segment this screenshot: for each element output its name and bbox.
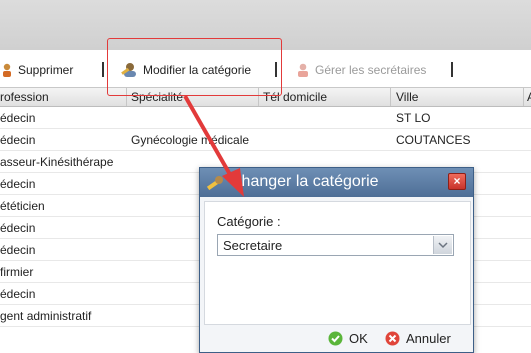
- cell-profession: édecin: [0, 111, 36, 125]
- category-select[interactable]: Secretaire: [217, 234, 454, 256]
- table-row[interactable]: édecin ST LO: [0, 107, 531, 129]
- manage-secretaries-button[interactable]: Gérer les secrétaires: [297, 61, 426, 79]
- dialog-title: Changer la catégorie: [230, 173, 379, 190]
- delete-label: Supprimer: [18, 63, 74, 77]
- cell-profession: gent administratif: [0, 309, 92, 323]
- category-value: Secretaire: [223, 238, 283, 253]
- toolbar-separator: [451, 62, 453, 77]
- secretary-icon: [298, 63, 308, 77]
- ok-label: OK: [349, 330, 368, 346]
- cell-ville: COUTANCES: [396, 133, 471, 147]
- highlight-box: [107, 38, 282, 96]
- dialog-footer: OK Annuler: [200, 326, 473, 352]
- chevron-down-icon: [438, 242, 448, 249]
- dropdown-button[interactable]: [433, 236, 452, 254]
- column-header-extra[interactable]: A: [527, 90, 531, 104]
- cancel-icon: [385, 331, 400, 345]
- change-category-dialog: Changer la catégorie × Catégorie : Secre…: [199, 167, 474, 353]
- ok-button[interactable]: OK: [328, 329, 368, 347]
- table-row[interactable]: édecin Gynécologie médicale COUTANCES: [0, 129, 531, 151]
- cell-profession: édecin: [0, 243, 36, 257]
- user-edit-icon: [206, 176, 223, 191]
- cell-profession: firmier: [0, 265, 34, 279]
- manage-secretaries-label: Gérer les secrétaires: [315, 63, 427, 77]
- column-divider: [523, 88, 524, 106]
- cell-ville: ST LO: [396, 111, 431, 125]
- column-header-profession[interactable]: rofession: [0, 90, 49, 104]
- cell-profession: ététicien: [0, 199, 45, 213]
- delete-button[interactable]: Supprimer: [2, 61, 73, 79]
- cell-profession: édecin: [0, 133, 36, 147]
- close-icon[interactable]: ×: [448, 173, 466, 190]
- cancel-button[interactable]: Annuler: [385, 329, 451, 347]
- dialog-title-bar[interactable]: Changer la catégorie ×: [200, 168, 473, 197]
- cell-profession: asseur-Kinésithérape: [0, 155, 114, 169]
- cell-profession: édecin: [0, 221, 36, 235]
- column-divider: [390, 88, 391, 106]
- cancel-label: Annuler: [406, 330, 451, 346]
- checkmark-icon: [328, 331, 343, 345]
- cell-profession: édecin: [0, 287, 36, 301]
- toolbar-separator: [102, 62, 104, 77]
- cell-profession: édecin: [0, 177, 36, 191]
- dialog-body: Catégorie : Secretaire: [204, 201, 471, 325]
- cell-specialite: Gynécologie médicale: [131, 133, 250, 147]
- delete-user-icon: [3, 63, 11, 77]
- category-label: Catégorie :: [217, 214, 281, 229]
- column-header-ville[interactable]: Ville: [396, 90, 418, 104]
